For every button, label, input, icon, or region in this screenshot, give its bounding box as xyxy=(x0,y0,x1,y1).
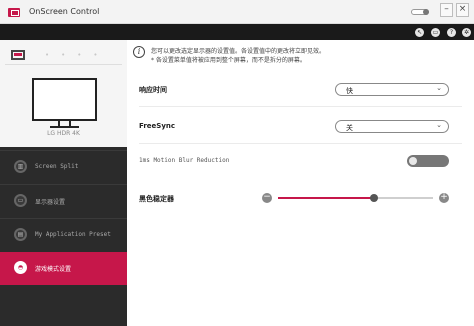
divider xyxy=(139,143,462,144)
info-text-line-1: 您可以更改选定显示器的设置值。各设置值中的更改将立即见效。 xyxy=(151,48,326,55)
sidebar-item-label: 游戏模式设置 xyxy=(35,266,72,273)
sidebar-item-monitor-settings[interactable]: ▭ 显示器设置 xyxy=(0,184,127,217)
monitor-settings-icon: ▭ xyxy=(14,194,27,207)
response-time-select[interactable]: 快 ⌄ xyxy=(335,83,449,96)
divider xyxy=(5,64,122,65)
settings-icon[interactable]: ✲ xyxy=(462,28,471,37)
sidebar: •••• LG HDR 4K ▥ Screen Split ▭ 显示器设置 ▤ … xyxy=(0,40,127,326)
top-toolbar: ↖ ▭ ? ✲ xyxy=(0,24,474,40)
gamepad-icon: ◓ xyxy=(14,261,27,274)
decrease-button[interactable]: − xyxy=(262,193,272,203)
settings-panel: i 您可以更改选定显示器的设置值。各设置值中的更改将立即见效。 * 各设置菜单值… xyxy=(127,40,474,326)
sidebar-item-label: Screen Split xyxy=(35,163,79,170)
sidebar-item-game-mode[interactable]: ◓ 游戏模式设置 xyxy=(0,252,127,285)
close-button[interactable]: × xyxy=(456,3,469,17)
cursor-icon[interactable]: ↖ xyxy=(415,28,424,37)
window-mode-toggle[interactable] xyxy=(411,9,429,15)
minimize-button[interactable]: – xyxy=(440,3,453,17)
sidebar-item-label: My Application Preset xyxy=(35,231,111,238)
window-title: OnScreen Control xyxy=(29,7,100,16)
monitor-model-name: LG HDR 4K xyxy=(47,130,80,137)
response-time-label: 响应时间 xyxy=(139,86,167,94)
divider xyxy=(139,106,462,107)
motion-blur-toggle[interactable] xyxy=(407,155,449,167)
help-icon[interactable]: ? xyxy=(447,28,456,37)
app-preset-icon: ▤ xyxy=(14,228,27,241)
monitor-illustration xyxy=(32,78,97,121)
monitor-base xyxy=(50,126,79,128)
monitor-icon[interactable]: ▭ xyxy=(431,28,440,37)
black-stabilizer-label: 黑色稳定器 xyxy=(139,195,174,203)
chevron-down-icon: ⌄ xyxy=(436,121,442,129)
toggle-knob xyxy=(409,157,417,165)
sidebar-item-app-preset[interactable]: ▤ My Application Preset xyxy=(0,218,127,251)
sidebar-item-label: 显示器设置 xyxy=(35,199,66,206)
motion-blur-label: 1ms Motion Blur Reduction xyxy=(139,157,230,164)
freesync-value: 关 xyxy=(346,124,353,132)
freesync-select[interactable]: 关 ⌄ xyxy=(335,120,449,133)
black-stabilizer-slider[interactable] xyxy=(278,194,433,202)
monitor-selector: •••• LG HDR 4K xyxy=(0,40,127,147)
screen-split-icon: ▥ xyxy=(14,160,27,173)
monitor-page-dots[interactable]: •••• xyxy=(45,51,110,59)
chevron-down-icon: ⌄ xyxy=(436,84,442,92)
sidebar-item-screen-split[interactable]: ▥ Screen Split xyxy=(0,150,127,183)
info-text-line-2: * 各设置菜单值将被应用到整个屏幕，而不是拆分的屏幕。 xyxy=(151,57,306,64)
slider-fill xyxy=(278,197,375,199)
selected-monitor-icon[interactable] xyxy=(11,50,25,60)
increase-button[interactable]: + xyxy=(439,193,449,203)
app-logo-icon xyxy=(8,8,20,17)
info-icon: i xyxy=(133,46,145,58)
slider-thumb[interactable] xyxy=(370,194,379,202)
title-bar: OnScreen Control – × xyxy=(0,0,474,24)
freesync-label: FreeSync xyxy=(139,122,176,130)
response-time-value: 快 xyxy=(346,87,353,95)
